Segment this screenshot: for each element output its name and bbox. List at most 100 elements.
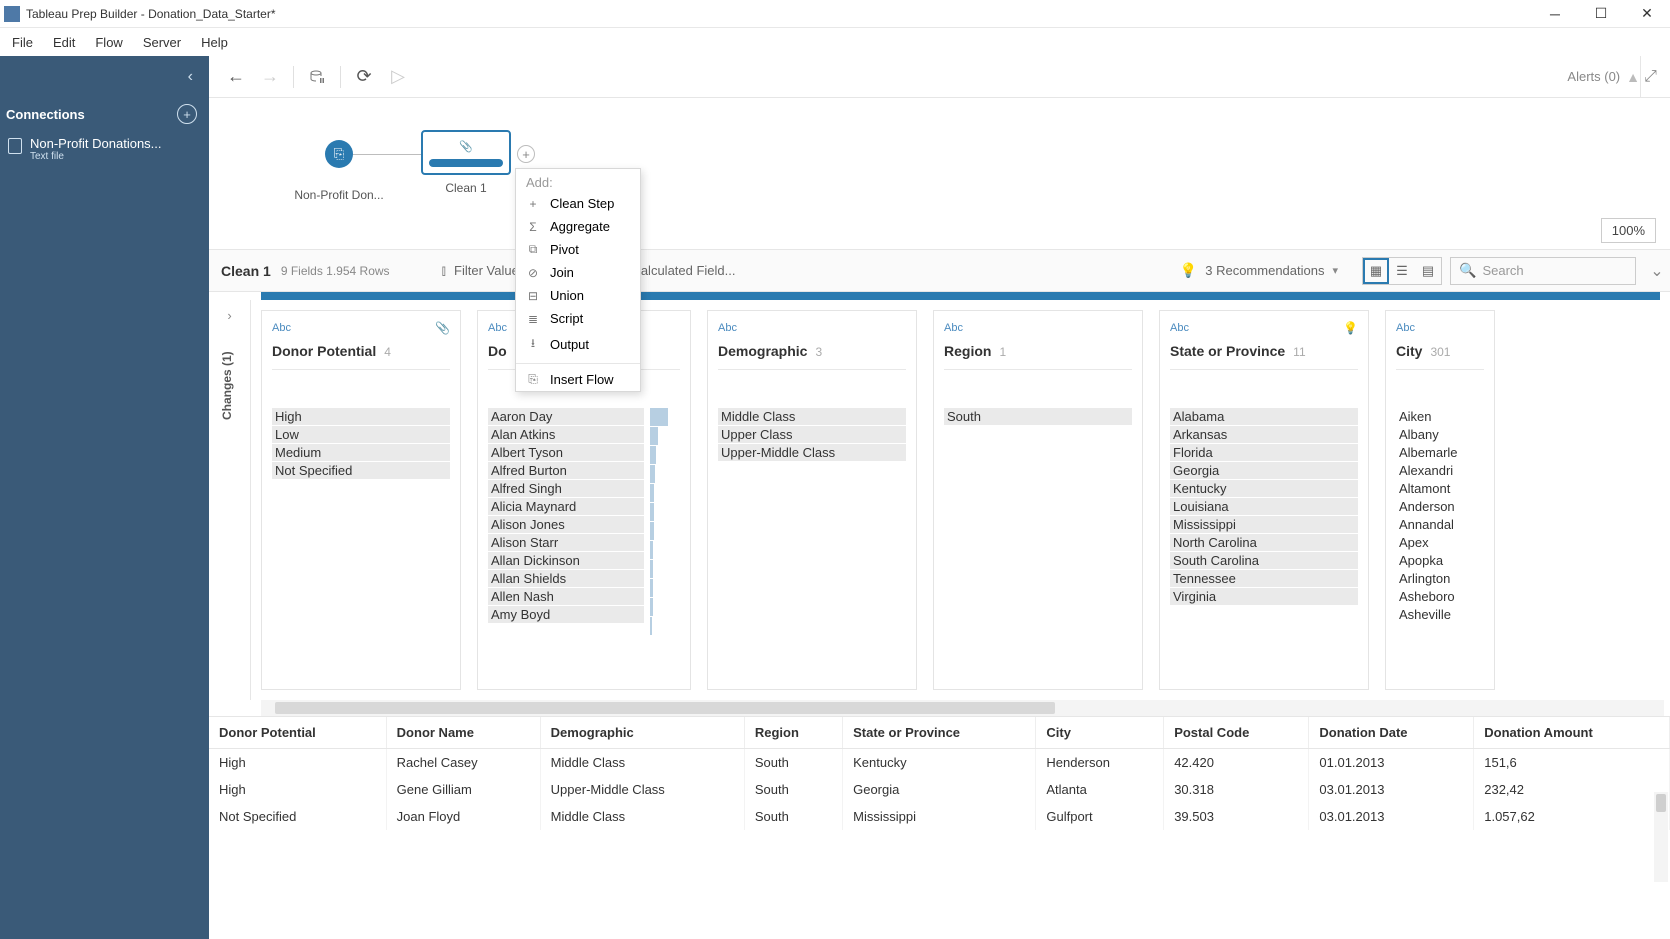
profile-value[interactable]: Florida [1170, 444, 1358, 461]
profile-value[interactable]: South Carolina [1170, 552, 1358, 569]
menu-insert-flow[interactable]: ⎘Insert Flow [516, 368, 640, 391]
profile-card[interactable]: AbcCity301AikenAlbanyAlbemarleAlexandriA… [1385, 310, 1495, 690]
column-header[interactable]: Donation Date [1309, 717, 1474, 749]
menu-clean-step[interactable]: +Clean Step [516, 192, 640, 215]
profile-card[interactable]: Abc📎Donor Potential4HighLowMediumNot Spe… [261, 310, 461, 690]
menu-aggregate[interactable]: ΣAggregate [516, 215, 640, 238]
zoom-level[interactable]: 100% [1601, 218, 1656, 243]
forward-button[interactable]: → [253, 62, 287, 92]
menu-pivot[interactable]: ⧉Pivot [516, 238, 640, 261]
connection-item[interactable]: Non-Profit Donations... Text file [0, 130, 209, 168]
column-header[interactable]: Demographic [540, 717, 744, 749]
column-header[interactable]: Donor Name [386, 717, 540, 749]
menu-union[interactable]: ⊟Union [516, 284, 640, 307]
profile-value[interactable]: High [272, 408, 450, 425]
table-row[interactable]: Not SpecifiedJoan FloydMiddle ClassSouth… [209, 803, 1670, 830]
profile-value[interactable]: Apex [1396, 534, 1484, 551]
data-toggle-button[interactable] [300, 62, 334, 92]
run-flow-button[interactable]: ▷ [381, 62, 415, 92]
profile-value[interactable]: Albemarle [1396, 444, 1484, 461]
profile-value[interactable]: Alfred Singh [488, 480, 644, 497]
profile-value[interactable]: Arlington [1396, 570, 1484, 587]
profile-value[interactable]: Georgia [1170, 462, 1358, 479]
table-row[interactable]: HighRachel CaseyMiddle ClassSouthKentuck… [209, 749, 1670, 777]
menu-output[interactable]: ⭳Output [516, 330, 640, 359]
profile-value[interactable]: Altamont [1396, 480, 1484, 497]
search-input[interactable]: 🔍 Search [1450, 257, 1636, 285]
profile-value[interactable]: Apopka [1396, 552, 1484, 569]
menu-flow[interactable]: Flow [85, 31, 132, 54]
column-header[interactable]: Donor Potential [209, 717, 386, 749]
profile-value[interactable]: Louisiana [1170, 498, 1358, 515]
profile-value[interactable]: Tennessee [1170, 570, 1358, 587]
profile-value[interactable]: Albany [1396, 426, 1484, 443]
profile-value[interactable]: Asheville [1396, 606, 1484, 623]
profile-value[interactable]: Allen Nash [488, 588, 644, 605]
profile-value[interactable]: Allan Shields [488, 570, 644, 587]
refresh-button[interactable]: ⟳ [347, 62, 381, 92]
flow-node-source[interactable]: ⎘ Non-Profit Don... [289, 140, 389, 202]
column-header[interactable]: State or Province [843, 717, 1036, 749]
flow-node-clean[interactable]: 📎 Clean 1 [421, 130, 511, 195]
profile-value[interactable]: Alicia Maynard [488, 498, 644, 515]
view-profile[interactable]: ▦ [1363, 258, 1389, 284]
alerts-indicator[interactable]: Alerts (0) ▲ [1567, 69, 1640, 85]
profile-value[interactable]: South [944, 408, 1132, 425]
horizontal-scrollbar[interactable] [261, 700, 1664, 716]
profile-value[interactable]: Low [272, 426, 450, 443]
profile-value[interactable]: Alison Starr [488, 534, 644, 551]
profile-value[interactable]: Virginia [1170, 588, 1358, 605]
table-row[interactable]: HighGene GilliamUpper-Middle ClassSouthG… [209, 776, 1670, 803]
view-grid[interactable]: ▤ [1415, 258, 1441, 284]
recommendations-dropdown[interactable]: 3 Recommendations [1205, 263, 1324, 278]
sidebar-collapse[interactable]: ‹ [0, 56, 209, 98]
menu-file[interactable]: File [2, 31, 43, 54]
back-button[interactable]: ← [219, 62, 253, 92]
profile-card[interactable]: AbcRegion1South [933, 310, 1143, 690]
profile-value[interactable]: Middle Class [718, 408, 906, 425]
profile-value[interactable]: Mississippi [1170, 516, 1358, 533]
add-step-button[interactable]: + [517, 145, 535, 163]
profile-value[interactable]: Asheboro [1396, 588, 1484, 605]
profile-value[interactable]: Amy Boyd [488, 606, 644, 623]
profile-card[interactable]: AbcDemographic3Middle ClassUpper ClassUp… [707, 310, 917, 690]
profile-value[interactable]: Alison Jones [488, 516, 644, 533]
add-connection-button[interactable]: + [177, 104, 197, 124]
column-header[interactable]: Donation Amount [1474, 717, 1670, 749]
scroll-thumb[interactable] [1656, 794, 1666, 812]
profile-value[interactable]: Alan Atkins [488, 426, 644, 443]
profile-value[interactable]: Albert Tyson [488, 444, 644, 461]
profile-value[interactable]: Upper-Middle Class [718, 444, 906, 461]
profile-value[interactable]: Upper Class [718, 426, 906, 443]
menu-script[interactable]: ≣Script [516, 307, 640, 330]
menu-help[interactable]: Help [191, 31, 238, 54]
expand-toggle[interactable]: ⌄ [1644, 261, 1670, 281]
profile-value[interactable]: Aiken [1396, 408, 1484, 425]
menu-join[interactable]: ⊘Join [516, 261, 640, 284]
view-list[interactable]: ☰ [1389, 258, 1415, 284]
calc-field-button[interactable]: alculated Field... [641, 263, 736, 278]
profile-value[interactable]: Annandal [1396, 516, 1484, 533]
profile-value[interactable]: Not Specified [272, 462, 450, 479]
profile-value[interactable]: Aaron Day [488, 408, 644, 425]
profile-value[interactable]: North Carolina [1170, 534, 1358, 551]
column-header[interactable]: City [1036, 717, 1164, 749]
minimize-button[interactable]: ─ [1532, 0, 1578, 28]
profile-card[interactable]: Abc💡State or Province11AlabamaArkansasFl… [1159, 310, 1369, 690]
profile-value[interactable]: Arkansas [1170, 426, 1358, 443]
vertical-scrollbar[interactable] [1654, 792, 1668, 882]
column-header[interactable]: Region [744, 717, 842, 749]
profile-value[interactable]: Alabama [1170, 408, 1358, 425]
menu-server[interactable]: Server [133, 31, 191, 54]
filter-values-button[interactable]: Filter Value [454, 263, 519, 278]
profile-value[interactable]: Kentucky [1170, 480, 1358, 497]
menu-edit[interactable]: Edit [43, 31, 85, 54]
maximize-button[interactable]: ☐ [1578, 0, 1624, 28]
profile-value[interactable]: Allan Dickinson [488, 552, 644, 569]
column-header[interactable]: Postal Code [1164, 717, 1309, 749]
profile-value[interactable]: Alfred Burton [488, 462, 644, 479]
profile-value[interactable]: Medium [272, 444, 450, 461]
scroll-thumb[interactable] [275, 702, 1055, 714]
expand-panel-button[interactable]: ⤢ [1640, 56, 1660, 98]
flow-canvas[interactable]: ⎘ Non-Profit Don... 📎 Clean 1 + 100% Add… [209, 98, 1670, 250]
